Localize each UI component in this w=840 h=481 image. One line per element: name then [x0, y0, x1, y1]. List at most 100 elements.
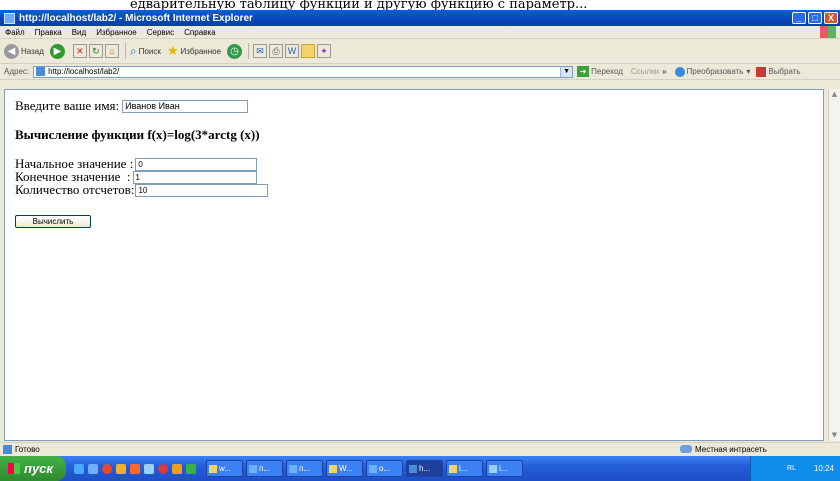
address-dropdown-icon[interactable]: ▼ [560, 66, 573, 77]
convert-label: Преобразовать [686, 67, 744, 76]
search-button[interactable]: ⌕ Поиск [130, 44, 161, 59]
chevron-right-icon[interactable]: » [662, 67, 666, 76]
history-icon[interactable]: ◷ [227, 43, 243, 59]
name-label: Введите ваше имя: [15, 98, 120, 113]
menu-file[interactable]: Файл [0, 28, 30, 37]
scroll-down-icon[interactable]: ▼ [829, 430, 840, 441]
page-status-icon [3, 444, 12, 454]
select-button[interactable]: Выбрать [756, 66, 801, 77]
task-label: W... [339, 464, 353, 473]
zone-label: Местная интрасеть [695, 444, 767, 454]
document-caption-text: едварительную таблицу функции и другую ф… [0, 0, 840, 10]
menu-tools[interactable]: Сервис [142, 28, 179, 37]
refresh-icon[interactable]: ↻ [88, 44, 103, 58]
stop-icon[interactable]: ✕ [72, 44, 87, 58]
task-label: l... [459, 464, 468, 473]
back-label: Назад [21, 46, 44, 56]
taskbar: пуск w... п... п... W... о... h... l... … [0, 456, 840, 481]
task-button-active[interactable]: h... [406, 460, 443, 477]
status-bar: Готово Местная интрасеть [0, 442, 840, 455]
task-label: i... [499, 464, 508, 473]
favorites-star-icon: ★ [166, 43, 179, 58]
folder-icon [449, 464, 457, 473]
task-button[interactable]: l... [446, 460, 483, 477]
zone-indicator: Местная интрасеть [680, 443, 767, 455]
ie-quicklaunch-icon[interactable] [88, 463, 98, 474]
ie-task-icon [409, 464, 417, 473]
task-label: п... [299, 464, 310, 473]
app-icon-5[interactable] [172, 463, 182, 474]
task-list: w... п... п... W... о... h... l... i... [206, 460, 526, 477]
task-button[interactable]: w... [206, 460, 243, 477]
scroll-up-icon[interactable]: ▲ [829, 89, 840, 100]
page-content: Введите ваше имя: Иванов Иван Вычисление… [4, 89, 824, 441]
messenger-icon[interactable]: ✦ [317, 44, 332, 58]
search-icon: ⌕ [129, 43, 137, 58]
page-icon [36, 67, 46, 76]
address-bar: Адрес: http://localhost/lab2/ ▼ ➜ Перехо… [0, 64, 840, 80]
forward-button[interactable]: ▶ [49, 43, 67, 59]
search-label: Поиск [138, 46, 161, 56]
word-icon [249, 464, 257, 473]
links-label[interactable]: Ссылки [631, 67, 659, 76]
start-label: пуск [24, 461, 53, 476]
mail-icon[interactable]: ✉ [253, 44, 268, 58]
quick-launch [74, 463, 200, 474]
window-title: http://localhost/lab2/ - Microsoft Inter… [19, 12, 253, 24]
task-button[interactable]: W... [326, 460, 363, 477]
go-button[interactable]: ➜ Переход [577, 66, 623, 77]
intranet-icon [680, 445, 692, 453]
calculate-button[interactable]: Вычислить [15, 215, 91, 228]
maximize-button[interactable]: □ [808, 12, 822, 24]
count-input[interactable]: 10 [135, 183, 269, 197]
address-input[interactable]: http://localhost/lab2/ ▼ [33, 65, 574, 78]
app-icon-1[interactable] [116, 463, 126, 474]
menu-bar: Файл Правка Вид Избранное Сервис Справка [0, 26, 840, 39]
title-bar[interactable]: http://localhost/lab2/ - Microsoft Inter… [0, 10, 840, 26]
menu-edit[interactable]: Правка [30, 28, 67, 37]
clock: 10:24 [813, 464, 834, 473]
name-input[interactable]: Иванов Иван [122, 99, 249, 113]
back-arrow-icon: ◀ [4, 43, 19, 59]
close-button[interactable]: X [824, 12, 838, 24]
desktop-icon[interactable] [74, 463, 84, 474]
name-row: Введите ваше имя: Иванов Иван [15, 98, 249, 114]
language-indicator[interactable]: RL [787, 465, 796, 472]
task-label: w... [219, 464, 232, 473]
menu-favorites[interactable]: Избранное [91, 28, 142, 37]
menu-help[interactable]: Справка [179, 28, 220, 37]
minimize-button[interactable]: _ [792, 12, 806, 24]
system-tray: RL 10:24 [750, 456, 840, 481]
app-icon-2[interactable] [130, 463, 140, 474]
toolbar-separator-2 [248, 43, 250, 59]
convert-dropdown-icon: ▾ [746, 67, 751, 76]
windows-logo-icon [820, 26, 836, 38]
go-arrow-icon: ➜ [577, 66, 590, 77]
app-icon-6[interactable] [186, 463, 196, 474]
folder-icon[interactable] [301, 44, 316, 58]
app-icon-3[interactable] [144, 463, 154, 474]
start-button[interactable]: пуск [0, 456, 66, 481]
home-icon[interactable]: ⌂ [104, 44, 119, 58]
task-button[interactable]: i... [486, 460, 523, 477]
convert-button[interactable]: Преобразовать ▾ [674, 66, 751, 77]
go-label: Переход [591, 67, 623, 76]
task-button[interactable]: о... [366, 460, 403, 477]
task-button[interactable]: п... [246, 460, 283, 477]
vertical-scrollbar[interactable]: ▲ ▼ [828, 89, 840, 441]
app-icon-4[interactable] [158, 463, 168, 474]
favorites-button[interactable]: ★ Избранное [167, 43, 221, 59]
menu-view[interactable]: Вид [67, 28, 91, 37]
select-label: Выбрать [768, 67, 801, 76]
status-text: Готово [15, 444, 40, 454]
ie-window: http://localhost/lab2/ - Microsoft Inter… [0, 10, 840, 481]
edit-icon[interactable]: W [285, 44, 300, 58]
back-button[interactable]: ◀ Назад [4, 43, 44, 59]
function-heading: Вычисление функции f(x)=log(3*arctg (x)) [15, 127, 260, 142]
opera-icon[interactable] [102, 463, 112, 474]
folder-icon [209, 464, 217, 473]
print-icon[interactable]: ⎙ [269, 44, 284, 58]
task-button[interactable]: п... [286, 460, 323, 477]
windows-flag-icon [8, 463, 20, 474]
forward-arrow-icon: ▶ [49, 43, 65, 59]
